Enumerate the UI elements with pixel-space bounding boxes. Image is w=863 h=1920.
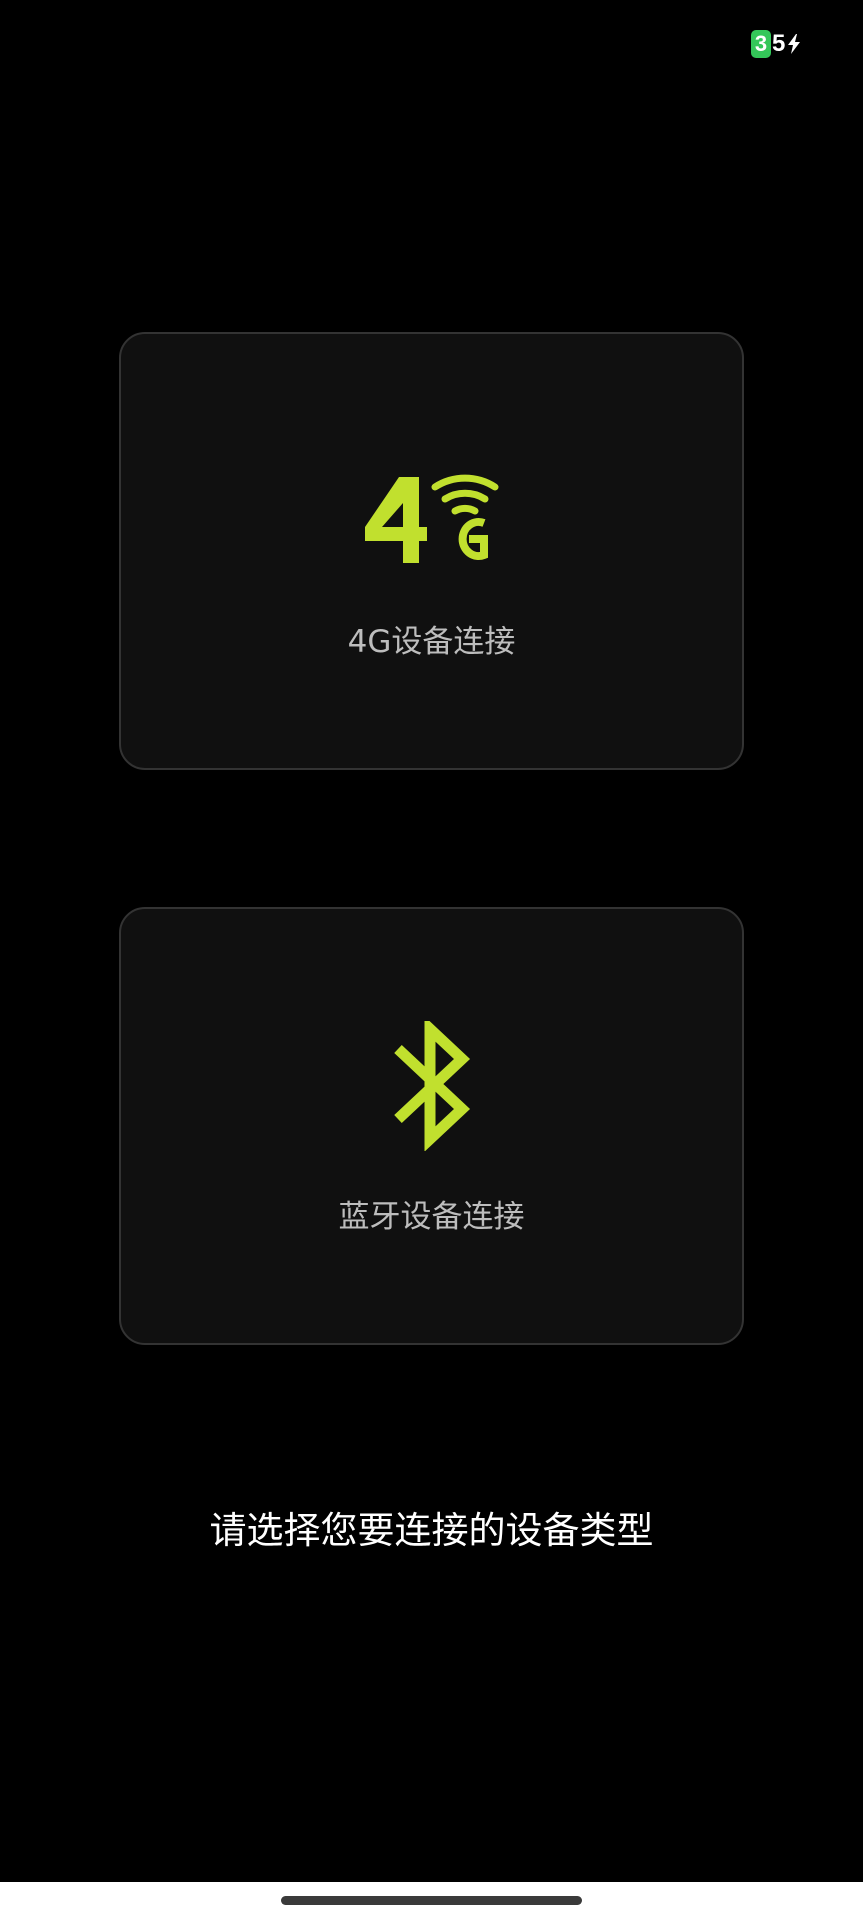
status-bar: 3 5 — [0, 0, 863, 90]
navigation-bar — [0, 1882, 863, 1920]
battery-level-fill: 3 — [751, 30, 771, 58]
device-type-prompt: 请选择您要连接的设备类型 — [209, 1509, 654, 1552]
battery-level-text: 5 — [772, 30, 786, 57]
connect-4g-card[interactable]: 4G设备连接 — [119, 332, 744, 770]
connect-bluetooth-label: 蓝牙设备连接 — [338, 1199, 525, 1235]
battery-indicator: 3 5 — [751, 30, 801, 58]
4g-signal-icon — [364, 474, 498, 563]
connect-bluetooth-card[interactable]: 蓝牙设备连接 — [119, 907, 744, 1345]
connect-4g-label: 4G设备连接 — [347, 624, 516, 660]
bluetooth-icon — [393, 1021, 470, 1151]
bolt-icon — [788, 34, 801, 54]
home-indicator[interactable] — [281, 1896, 582, 1905]
